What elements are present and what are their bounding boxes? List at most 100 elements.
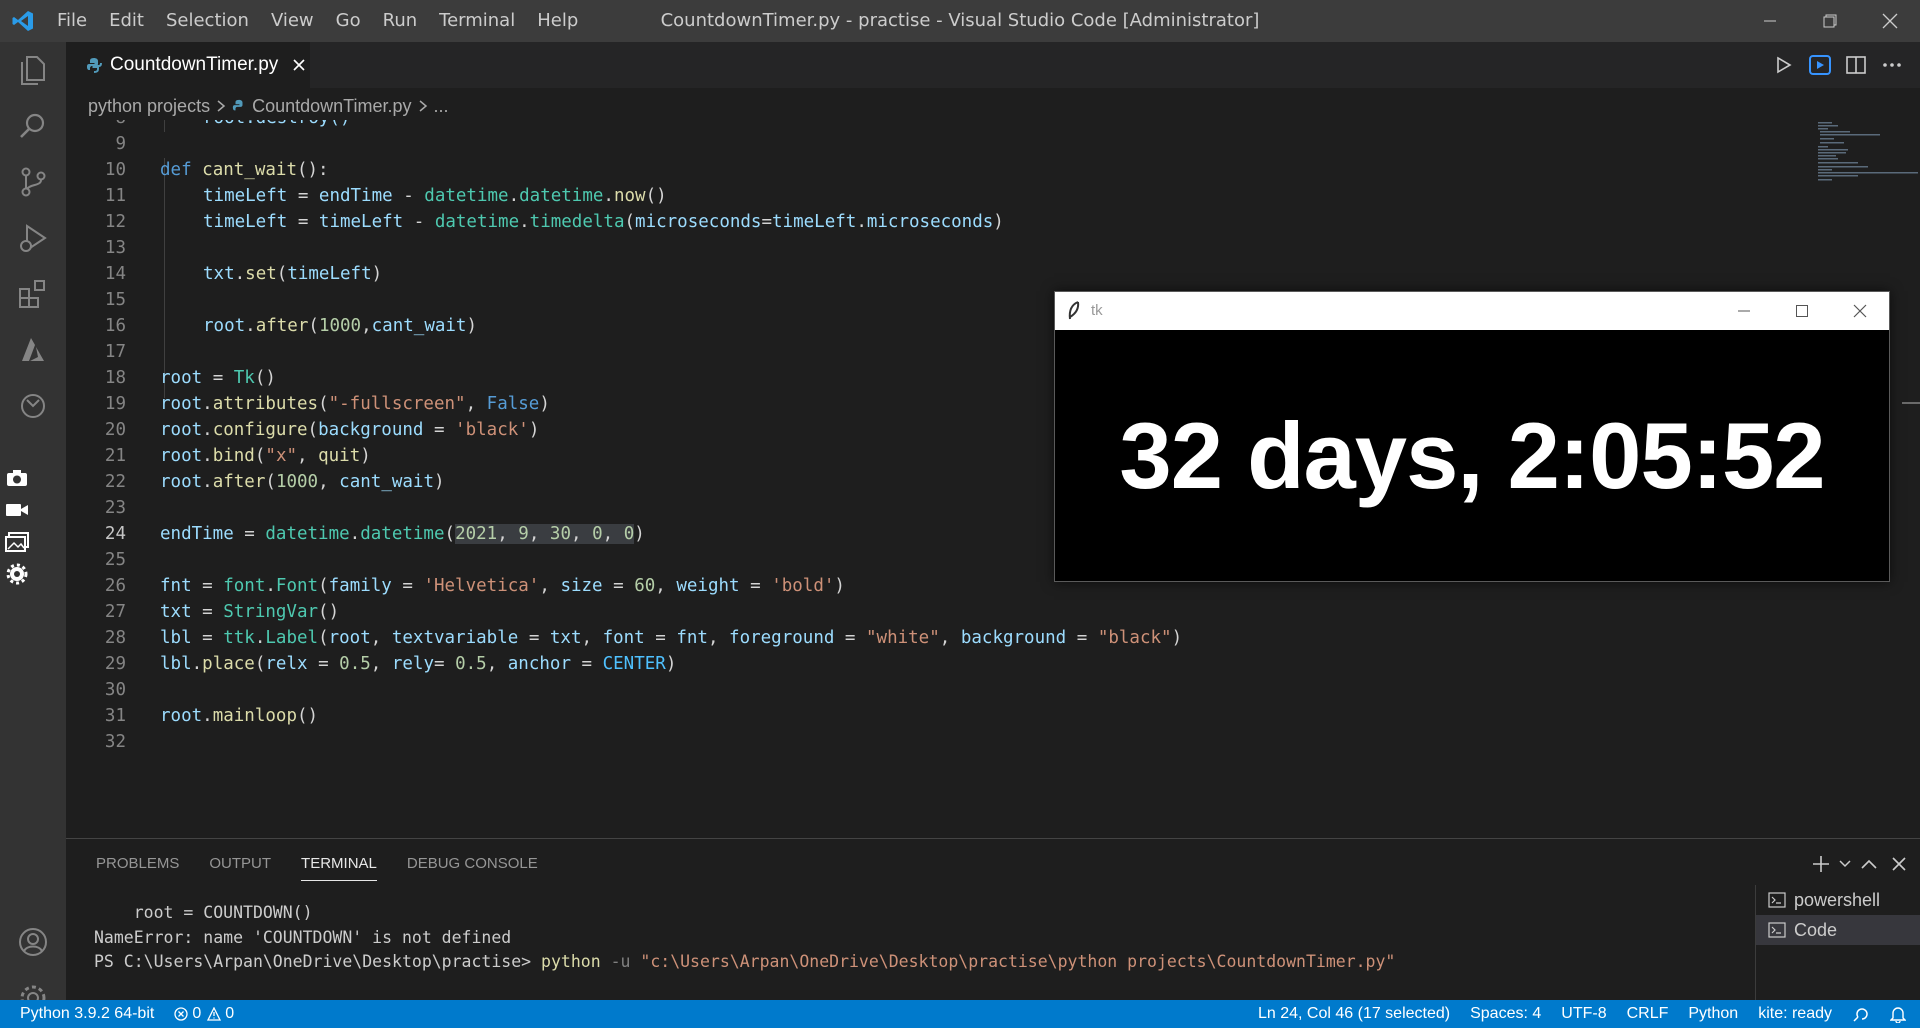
feather-icon <box>1067 301 1081 321</box>
code-line-29: 29 lbl.place(relx = 0.5, rely= 0.5, ancho… <box>104 654 677 674</box>
cursor-position[interactable]: Ln 24, Col 46 (17 selected) <box>1248 1000 1460 1028</box>
close-tab-icon[interactable] <box>292 58 306 72</box>
end-of-line[interactable]: CRLF <box>1617 1000 1679 1028</box>
notifications-bell-icon[interactable] <box>1880 1005 1920 1023</box>
minimize-button[interactable] <box>1740 0 1800 42</box>
extensions-icon[interactable] <box>0 266 66 322</box>
run-file-icon[interactable] <box>1766 47 1802 83</box>
error-icon <box>174 1007 188 1021</box>
tk-close-button[interactable] <box>1831 292 1889 330</box>
run-in-terminal-icon[interactable] <box>1802 47 1838 83</box>
menu-run[interactable]: Run <box>372 0 429 42</box>
restore-button[interactable] <box>1800 0 1860 42</box>
code-line-9: 9 <box>115 134 126 154</box>
terminal-line: PS C:\Users\Arpan\OneDrive\Desktop\pract… <box>94 950 1814 975</box>
tk-window: tk 32 days, 2:05:52 <box>1054 291 1890 582</box>
terminal-line: NameError: name 'COUNTDOWN' is not defin… <box>94 927 512 947</box>
vscode-window: File Edit Selection View Go Run Terminal… <box>0 0 1920 1028</box>
python-file-icon <box>232 99 246 113</box>
menu-file[interactable]: File <box>46 0 98 42</box>
code-line-28: 28 lbl = ttk.Label(root, textvariable = t… <box>104 628 1183 648</box>
menu-view[interactable]: View <box>260 0 325 42</box>
terminal-name: powershell <box>1794 889 1881 910</box>
feedback-icon[interactable] <box>1842 1005 1880 1023</box>
terminal-item-code[interactable]: Code <box>1756 915 1920 945</box>
title-bar: File Edit Selection View Go Run Terminal… <box>0 0 1920 42</box>
code-line-12: 12 timeLeft = timeLeft - datetime.timedel… <box>104 212 1004 232</box>
terminal-line: root = COUNTDOWN() <box>94 903 313 922</box>
status-left: Python 3.9.2 64-bit 0 0 <box>0 1000 244 1028</box>
more-actions-icon[interactable] <box>1874 47 1910 83</box>
split-editor-icon[interactable] <box>1838 47 1874 83</box>
menu-terminal[interactable]: Terminal <box>428 0 526 42</box>
breadcrumb-more[interactable]: ... <box>434 96 449 117</box>
search-icon[interactable] <box>0 98 66 154</box>
terminal-flag: -u <box>600 952 641 971</box>
gallery-icon[interactable] <box>0 526 34 558</box>
language-mode[interactable]: Python <box>1678 1000 1748 1028</box>
maximize-panel-icon[interactable] <box>1854 849 1884 879</box>
terminal-item-powershell[interactable]: powershell <box>1756 885 1920 915</box>
explorer-icon[interactable] <box>0 42 66 98</box>
problems-indicator[interactable]: 0 0 <box>164 1000 244 1028</box>
warning-icon <box>207 1007 222 1021</box>
panel-tabs: PROBLEMS OUTPUT TERMINAL DEBUG CONSOLE <box>66 839 538 889</box>
warning-count: 0 <box>225 1005 235 1022</box>
terminal-output[interactable]: root = COUNTDOWN() NameError: name 'COUN… <box>94 901 1814 975</box>
accounts-icon[interactable] <box>0 912 66 972</box>
editor-actions <box>1766 42 1910 88</box>
bottom-panel: PROBLEMS OUTPUT TERMINAL DEBUG CONSOLE r… <box>66 838 1920 1001</box>
settings-icon[interactable] <box>0 558 34 590</box>
status-right: Ln 24, Col 46 (17 selected) Spaces: 4 UT… <box>1248 1000 1920 1028</box>
chevron-right-icon <box>216 99 226 113</box>
new-terminal-icon[interactable] <box>1806 849 1836 879</box>
menu-go[interactable]: Go <box>325 0 372 42</box>
tab-output[interactable]: OUTPUT <box>209 839 271 889</box>
tk-maximize-button[interactable] <box>1773 292 1831 330</box>
breadcrumb-folder[interactable]: python projects <box>88 96 210 117</box>
tk-title: tk <box>1091 302 1103 319</box>
code-line-32: 32 <box>104 732 126 752</box>
tab-label: CountdownTimer.py <box>110 54 279 75</box>
panel-actions <box>1806 839 1914 889</box>
code-line-27: 27 txt = StringVar() <box>104 602 340 622</box>
menu-selection[interactable]: Selection <box>155 0 260 42</box>
code-line-11: 11 timeLeft = endTime - datetime.datetime… <box>104 186 667 206</box>
error-count: 0 <box>192 1005 202 1022</box>
menu-edit[interactable]: Edit <box>98 0 155 42</box>
code-line-31: 31 root.mainloop() <box>104 706 319 726</box>
tab-problems[interactable]: PROBLEMS <box>96 839 179 889</box>
vscode-logo-icon <box>0 0 46 42</box>
terminal-icon <box>1768 922 1786 938</box>
tab-debug-console[interactable]: DEBUG CONSOLE <box>407 839 538 889</box>
scrollbar-thumb[interactable] <box>1902 402 1920 404</box>
menu-help[interactable]: Help <box>526 0 589 42</box>
code-line-14: 14 txt.set(timeLeft) <box>104 264 383 284</box>
video-camera-icon[interactable] <box>0 494 34 526</box>
editor-tab-bar: CountdownTimer.py <box>66 42 1920 88</box>
camera-icon[interactable] <box>0 462 34 494</box>
tab-countdowntimer[interactable]: CountdownTimer.py <box>66 42 310 88</box>
terminal-command: python <box>541 952 601 971</box>
indentation[interactable]: Spaces: 4 <box>1460 1000 1551 1028</box>
tab-terminal[interactable]: TERMINAL <box>301 839 377 889</box>
python-interpreter[interactable]: Python 3.9.2 64-bit <box>0 1000 164 1028</box>
azure-icon[interactable] <box>0 322 66 378</box>
breadcrumb: python projects CountdownTimer.py ... <box>66 88 1920 124</box>
tk-minimize-button[interactable] <box>1715 292 1773 330</box>
chevron-down-icon[interactable] <box>1836 849 1854 879</box>
kite-status[interactable]: kite: ready <box>1748 1000 1842 1028</box>
close-window-button[interactable] <box>1860 0 1920 42</box>
code-line-30: 30 <box>104 680 126 700</box>
close-panel-icon[interactable] <box>1884 849 1914 879</box>
run-debug-icon[interactable] <box>0 210 66 266</box>
tk-canvas: 32 days, 2:05:52 <box>1055 330 1889 581</box>
remote-explorer-icon[interactable] <box>0 378 66 434</box>
code-line-10: 10 def cant_wait(): <box>104 160 329 180</box>
tk-title-bar[interactable]: tk <box>1055 292 1889 330</box>
encoding[interactable]: UTF-8 <box>1551 1000 1616 1028</box>
breadcrumb-file[interactable]: CountdownTimer.py <box>252 96 411 117</box>
terminal-list: powershell Code <box>1755 885 1920 1001</box>
source-control-icon[interactable] <box>0 154 66 210</box>
code-line-8: 8root.destroy() <box>66 120 1766 131</box>
